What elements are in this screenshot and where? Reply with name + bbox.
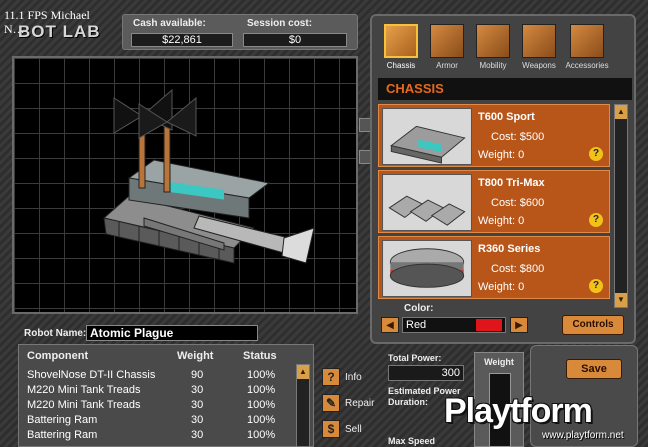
tab-weapons-label: Weapons xyxy=(522,61,556,70)
help-icon[interactable]: ? xyxy=(589,147,603,161)
table-row[interactable]: Battering Ram 30 100% xyxy=(19,429,299,444)
part-weight: Weight: 0 xyxy=(478,281,525,293)
question-icon: ? xyxy=(327,370,335,384)
scroll-down-icon[interactable]: ▼ xyxy=(615,293,627,307)
watermark-brand: Playtform xyxy=(444,392,593,430)
total-power-value: 300 xyxy=(388,365,464,381)
watermark-url: www.playtform.net xyxy=(542,430,624,441)
table-row[interactable]: M220 Mini Tank Treads 30 100% xyxy=(19,384,299,399)
color-prev-button[interactable]: ◀ xyxy=(381,317,399,333)
chassis-icon xyxy=(384,24,418,58)
screen-title: BOT LAB xyxy=(18,22,101,41)
part-weight: Weight: 0 xyxy=(478,149,525,161)
part-cost: Cost: $500 xyxy=(491,131,545,143)
table-row[interactable]: ShovelNose DT-II Chassis 90 100% xyxy=(19,369,299,384)
tab-armor[interactable]: Armor xyxy=(424,24,470,70)
session-cost-value: $0 xyxy=(243,33,347,47)
controls-button[interactable]: Controls xyxy=(562,315,624,335)
cash-available-value: $22,861 xyxy=(131,33,233,47)
scroll-up-icon[interactable]: ▲ xyxy=(615,105,627,119)
component-weight: 30 xyxy=(191,414,204,426)
component-weight: 30 xyxy=(191,429,204,441)
dollar-icon: $ xyxy=(327,422,335,436)
cash-available-label: Cash available: xyxy=(133,18,206,29)
scroll-up-icon[interactable]: ▲ xyxy=(297,365,309,379)
tab-mobility[interactable]: Mobility xyxy=(470,24,516,70)
part-name: T800 Tri-Max xyxy=(478,177,545,189)
component-status: 100% xyxy=(247,384,276,396)
component-name: Battering Ram xyxy=(27,429,98,441)
components-scrollbar[interactable]: ▲ xyxy=(296,364,310,447)
component-weight: 90 xyxy=(191,369,204,381)
chassis-t600-thumbnail xyxy=(382,108,472,165)
fps-overlay-line2: N… xyxy=(4,22,25,36)
component-status: 100% xyxy=(247,429,276,441)
watermark: Playtform www.playtform.net xyxy=(444,392,644,444)
component-status: 100% xyxy=(247,399,276,411)
part-cost: Cost: $800 xyxy=(491,263,545,275)
chassis-t800-thumbnail xyxy=(382,174,472,231)
total-power-label: Total Power: xyxy=(388,353,442,363)
info-label: Info xyxy=(345,372,362,383)
category-title: CHASSIS xyxy=(378,78,632,100)
repair-label: Repair xyxy=(345,398,375,409)
weapons-icon xyxy=(522,24,556,58)
sell-label: Sell xyxy=(345,424,362,435)
mobility-icon xyxy=(476,24,510,58)
component-status: 100% xyxy=(247,369,276,381)
save-button[interactable]: Save xyxy=(566,359,622,379)
part-name: T600 Sport xyxy=(478,111,535,123)
component-name: ShovelNose DT-II Chassis xyxy=(27,369,156,381)
parts-panel: Chassis Armor Mobility Weapons Accessori… xyxy=(370,14,636,344)
color-label: Color: xyxy=(404,303,434,314)
component-name: M220 Mini Tank Treads xyxy=(27,384,141,396)
component-weight: 30 xyxy=(191,384,204,396)
tab-mobility-label: Mobility xyxy=(479,61,507,70)
components-table: Component Weight Status ShovelNose DT-II… xyxy=(18,344,314,447)
repair-button[interactable]: ✎ xyxy=(322,394,340,412)
robot-name-input[interactable]: Atomic Plague xyxy=(86,325,258,341)
wrench-icon: ✎ xyxy=(325,396,337,410)
session-cost-label: Session cost: xyxy=(247,18,313,29)
tab-chassis-label: Chassis xyxy=(386,61,416,70)
part-name: R360 Series xyxy=(478,243,541,255)
chassis-r360-thumbnail xyxy=(382,240,472,297)
color-next-button[interactable]: ▶ xyxy=(510,317,528,333)
tab-chassis[interactable]: Chassis xyxy=(378,24,424,70)
table-row[interactable]: M220 Mini Tank Treads 30 100% xyxy=(19,399,299,414)
robot-3d-viewport[interactable] xyxy=(12,56,358,314)
parts-scrollbar[interactable]: ▲ ▼ xyxy=(614,104,628,308)
table-row[interactable]: Battering Ram 30 100% xyxy=(19,414,299,429)
list-item[interactable]: T800 Tri-Max Cost: $600 Weight: 0 ? xyxy=(378,170,610,233)
list-item[interactable]: R360 Series Cost: $800 Weight: 0 ? xyxy=(378,236,610,299)
tab-accessories[interactable]: Accessories xyxy=(564,24,610,70)
help-icon[interactable]: ? xyxy=(589,279,603,293)
component-name: Battering Ram xyxy=(27,414,98,426)
tab-armor-label: Armor xyxy=(436,61,458,70)
cash-panel: Cash available: Session cost: $22,861 $0 xyxy=(122,14,358,50)
tab-accessories-label: Accessories xyxy=(565,61,609,70)
armor-icon xyxy=(430,24,464,58)
part-cost: Cost: $600 xyxy=(491,197,545,209)
accessories-icon xyxy=(570,24,604,58)
component-status: 100% xyxy=(247,414,276,426)
col-header-component: Component xyxy=(27,350,89,362)
component-name: M220 Mini Tank Treads xyxy=(27,399,141,411)
sell-button[interactable]: $ xyxy=(322,420,340,438)
parts-list: T600 Sport Cost: $500 Weight: 0 ? T800 T… xyxy=(378,104,610,308)
robot-name-label: Robot Name: xyxy=(24,328,87,339)
component-weight: 30 xyxy=(191,399,204,411)
color-swatch xyxy=(476,319,502,331)
col-header-weight: Weight xyxy=(177,350,214,362)
weight-label: Weight xyxy=(484,357,514,367)
part-weight: Weight: 0 xyxy=(478,215,525,227)
max-speed-label: Max Speed xyxy=(388,436,436,446)
help-icon[interactable]: ? xyxy=(589,213,603,227)
col-header-status: Status xyxy=(243,350,277,362)
tab-weapons[interactable]: Weapons xyxy=(516,24,562,70)
robot-model xyxy=(102,88,315,264)
fps-overlay: 11.1 FPS Michael xyxy=(4,8,90,22)
info-button[interactable]: ? xyxy=(322,368,340,386)
list-item[interactable]: T600 Sport Cost: $500 Weight: 0 ? xyxy=(378,104,610,167)
